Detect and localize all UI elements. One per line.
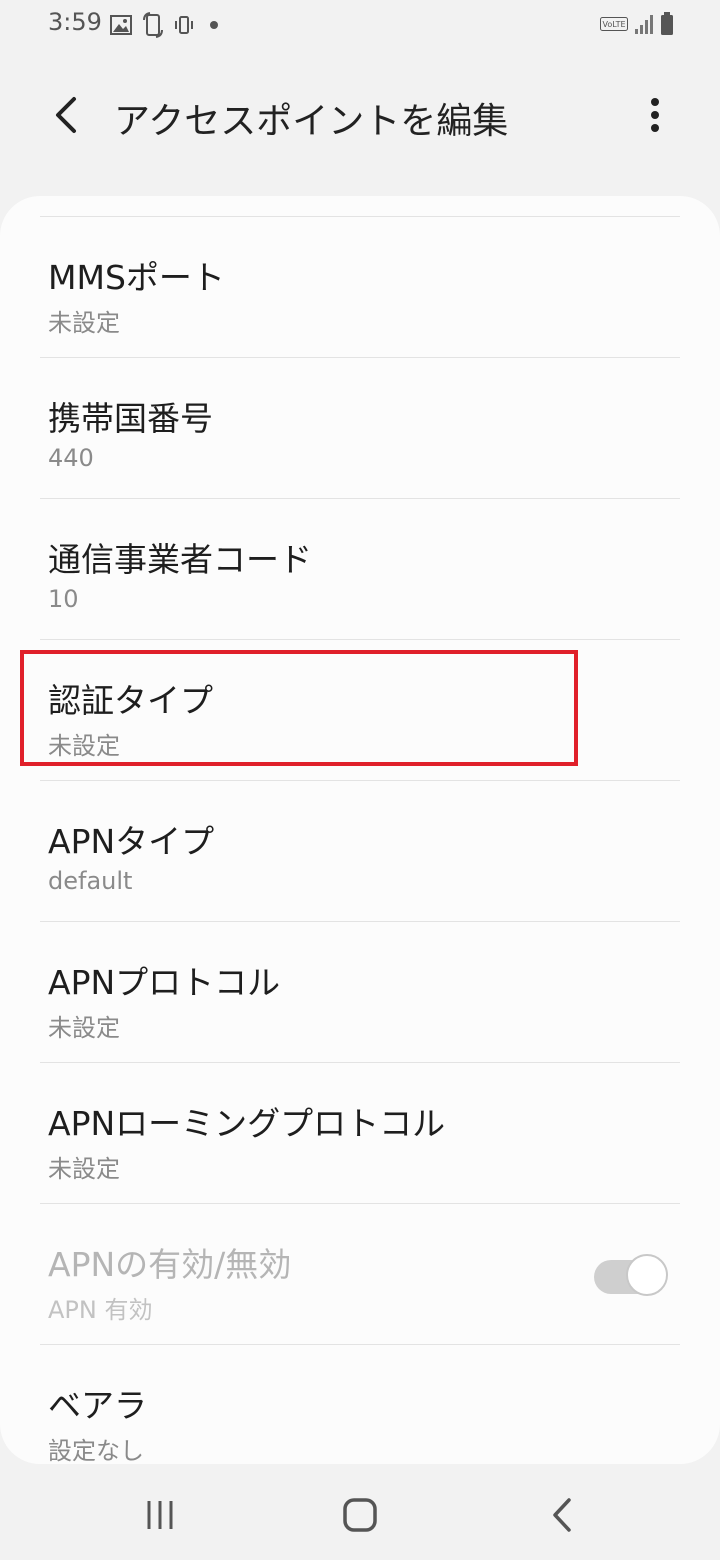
item-title: 通信事業者コード [48, 540, 312, 579]
status-bar: 3:59 VoLTE [0, 0, 720, 50]
more-options-button[interactable] [630, 90, 680, 140]
status-icons-right: VoLTE [600, 12, 674, 36]
item-subtitle: 設定なし [48, 1437, 144, 1464]
chevron-left-icon [56, 97, 76, 133]
item-subtitle: default [48, 867, 133, 895]
app-bar: アクセスポイントを編集 [0, 70, 720, 160]
item-title: 携帯国番号 [48, 399, 213, 438]
item-subtitle: 未設定 [48, 309, 120, 337]
list-item-apn-protocol[interactable]: APNプロトコル 未設定 [0, 922, 720, 1062]
phone-vibrate-icon [175, 16, 193, 34]
item-subtitle: 10 [48, 585, 79, 613]
settings-list: MMSポート 未設定 携帯国番号 440 通信事業者コード 10 認証タイプ 未… [0, 196, 720, 1464]
item-title: APNの有効/無効 [48, 1245, 292, 1284]
screen-rotate-icon [143, 12, 163, 38]
item-subtitle: 440 [48, 444, 94, 472]
apn-enable-toggle[interactable] [594, 1252, 668, 1296]
item-title: APNプロトコル [48, 963, 281, 1002]
item-subtitle: APN 有効 [48, 1296, 153, 1324]
item-subtitle: 未設定 [48, 1155, 120, 1183]
highlight-box [20, 650, 578, 766]
image-icon [110, 15, 132, 35]
toggle-thumb [626, 1254, 668, 1296]
list-item-apn-roaming-protocol[interactable]: APNローミングプロトコル 未設定 [0, 1063, 720, 1203]
dot-icon [210, 21, 218, 29]
back-button[interactable] [40, 90, 90, 140]
chevron-left-icon [553, 1498, 571, 1532]
list-item-apn-enable[interactable]: APNの有効/無効 APN 有効 [0, 1204, 720, 1344]
svg-text:VoLTE: VoLTE [602, 20, 625, 29]
home-button[interactable] [330, 1490, 390, 1540]
recent-apps-icon [147, 1501, 173, 1529]
item-title: APNタイプ [48, 822, 215, 861]
list-item-bearer[interactable]: ベアラ 設定なし [0, 1345, 720, 1464]
signal-icon [635, 15, 653, 34]
status-icons-left [110, 12, 224, 38]
nav-back-button[interactable] [532, 1490, 592, 1540]
status-time: 3:59 [48, 8, 102, 36]
item-title: ベアラ [48, 1386, 147, 1425]
list-item-mcc[interactable]: 携帯国番号 440 [0, 358, 720, 498]
list-item-mnc[interactable]: 通信事業者コード 10 [0, 499, 720, 639]
list-item-apn-type[interactable]: APNタイプ default [0, 781, 720, 921]
home-icon [343, 1498, 377, 1532]
page-title: アクセスポイントを編集 [114, 101, 509, 142]
battery-icon [661, 12, 673, 35]
item-subtitle: 未設定 [48, 1014, 120, 1042]
item-title: APNローミングプロトコル [48, 1104, 446, 1143]
volte-icon: VoLTE [600, 17, 628, 31]
list-item-mms-port[interactable]: MMSポート 未設定 [0, 217, 720, 357]
item-title: MMSポート [48, 258, 225, 297]
navigation-bar [0, 1470, 720, 1560]
recent-apps-button[interactable] [130, 1490, 190, 1540]
more-vertical-icon [651, 98, 659, 132]
